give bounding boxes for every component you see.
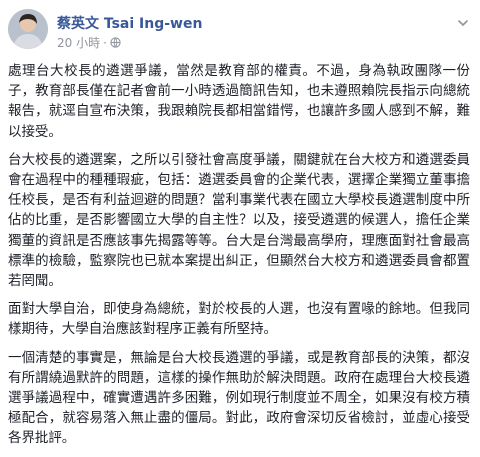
post-paragraph-4: 一個清楚的事實是，無論是台大校長遴選的爭議，或是教育部長的決策，都沒有所謂繞過默… [8, 349, 470, 447]
post-timestamp[interactable]: 20 小時 [57, 34, 100, 51]
post-header: 蔡英文 Tsai Ing-wen 20 小時 · [8, 9, 472, 59]
meta-separator: · [103, 35, 107, 50]
facebook-post: 蔡英文 Tsai Ing-wen 20 小時 · 處理台大校長的遴選爭議，當然是… [0, 0, 480, 451]
chevron-down-icon[interactable] [456, 15, 470, 29]
post-paragraph-1: 處理台大校長的遴選爭議，當然是教育部的權責。不過，身為執政團隊一份子，教育部長僅… [8, 63, 470, 140]
post-meta: 20 小時 · [57, 34, 121, 51]
post-paragraph-3: 面對大學自治，即使身為總統，對於校長的人選，也沒有置喙的餘地。但我同樣期待，大學… [8, 301, 470, 338]
author-name[interactable]: 蔡英文 Tsai Ing-wen [57, 13, 202, 33]
post-paragraph-2: 台大校長的遴選案，之所以引發社會高度爭議，關鍵就在台大校方和遴選委員會在過程中的… [8, 151, 470, 290]
avatar[interactable] [8, 9, 48, 49]
post-body: 處理台大校長的遴選爭議，當然是教育部的權責。不過，身為執政團隊一份子，教育部長僅… [8, 61, 470, 457]
globe-icon[interactable] [110, 37, 121, 48]
